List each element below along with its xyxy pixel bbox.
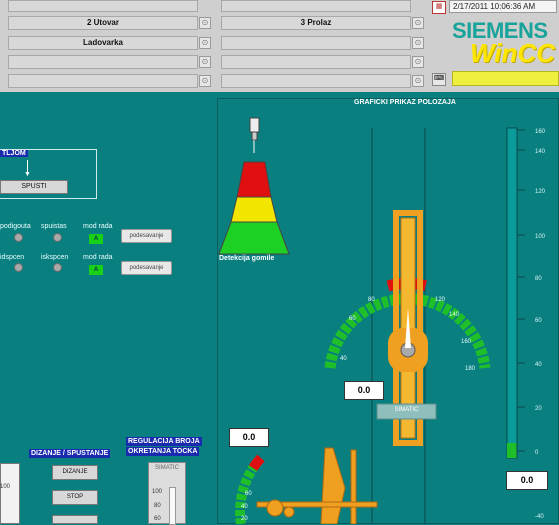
acknowledge-icon[interactable]: ⊙ [412,56,424,68]
alarm-row-left-2[interactable]: Ladovarka [8,36,198,50]
settings-button[interactable]: podesavanje [121,261,172,275]
alarm-row-left-1[interactable]: 2 Utovar [8,16,198,30]
regulacija-header-2: OKRETANJA TOCKA [126,447,200,456]
svg-text:120: 120 [435,297,446,303]
alarm-bar: 2 Utovar Ladovarka ⊙ ⊙ ⊙ ⊙ 3 Prolaz ⊙ ⊙ … [0,0,559,92]
svg-text:0: 0 [535,450,539,456]
alarm-row-right-1[interactable]: 3 Prolaz [221,16,411,30]
slider-tick: 80 [154,503,161,509]
svg-text:180: 180 [465,366,476,372]
wincc-logo: WinCC [470,38,555,68]
mode-label: mod rada [83,254,113,261]
alarm-row-top-left[interactable] [8,0,198,12]
slider-tick: 60 [154,516,161,522]
svg-text:40: 40 [340,356,347,362]
speed-value-field: 0.0 [229,428,269,447]
position-graphic: 160 140 120 100 80 60 40 20 0 -20 -40 40… [218,117,546,524]
slider-tick: 100 [152,489,163,495]
svg-text:120: 120 [535,189,546,195]
detector-icon [249,117,260,153]
alarm-row-right-4[interactable] [221,74,411,88]
status-lamp [14,233,23,242]
svg-text:20: 20 [535,406,542,412]
simatic-label: SIMATIC [155,465,179,471]
alarm-row-left-4[interactable] [8,74,198,88]
svg-text:60: 60 [535,318,542,324]
acknowledge-icon[interactable]: ⊙ [412,17,424,29]
angle-value-field: 0.0 [344,381,384,400]
svg-text:140: 140 [449,312,460,318]
svg-text:160: 160 [535,129,546,135]
spusti-button[interactable]: SPUSTI [0,180,68,194]
mode-indicator: A [89,234,103,244]
acknowledge-icon[interactable]: ⊙ [412,37,424,49]
acknowledge-icon[interactable]: ⊙ [199,17,211,29]
alarm-row-right-3[interactable] [221,55,411,69]
mode-label: mod rada [83,223,113,230]
simatic-label: SIMATIC [394,407,419,413]
group-label: TLJOM [0,150,28,157]
svg-text:40: 40 [241,504,248,510]
status-lamp [53,263,62,272]
svg-text:60: 60 [349,316,356,322]
dizanje-header: DIZANJE / SPUSTANJE [29,449,111,458]
settings-button[interactable]: podesavanje [121,229,172,243]
svg-text:20: 20 [241,516,248,522]
height-value-field: 0.0 [506,471,548,490]
stop-button[interactable]: STOP [52,490,98,505]
calendar-icon[interactable]: ▦ [432,1,446,14]
status-label: idspcen [0,254,25,261]
status-lamp [53,233,62,242]
acknowledge-icon[interactable]: ⊙ [199,56,211,68]
svg-text:80: 80 [368,297,375,303]
detection-label: Detekcija gomile [219,255,275,262]
svg-text:60: 60 [245,491,252,497]
status-lamp [14,263,23,272]
date-time-display: 2/17/2011 10:06:36 AM [449,0,557,13]
alarm-row-right-2[interactable] [221,36,411,50]
acknowledge-icon[interactable]: ⊙ [199,75,211,87]
reclaimer-arm [256,447,378,524]
spustanje-button[interactable] [52,515,98,524]
alarm-row-left-3[interactable] [8,55,198,69]
slider-track[interactable] [169,487,176,525]
svg-text:140: 140 [535,149,546,155]
svg-text:-40: -40 [535,514,544,520]
alarm-row-top-right[interactable] [221,0,411,12]
svg-text:80: 80 [535,276,542,282]
regulacija-header-1: REGULACIJA BROJA [126,437,202,446]
status-label: spuistas [41,223,67,230]
dizanje-button[interactable]: DIZANJE [52,465,98,480]
vertical-scale: 160 140 120 100 80 60 40 20 0 -20 -40 [535,129,546,520]
status-label: podigouta [0,223,31,230]
acknowledge-icon[interactable]: ⊙ [412,75,424,87]
acknowledge-icon[interactable]: ⊙ [199,37,211,49]
simatic-slider[interactable]: SIMATIC 100 80 60 [148,462,186,525]
detection-indicator [218,161,290,255]
keyboard-icon[interactable]: ⌨ [432,73,446,86]
status-label: iskspcen [41,254,69,261]
svg-text:100: 100 [535,234,546,240]
status-line [452,71,559,86]
left-scale-label: 100 [0,484,11,490]
left-slider-panel[interactable] [0,463,20,524]
arrow-down-icon: ▼ [24,171,31,178]
svg-text:40: 40 [535,362,542,368]
mode-indicator: A [89,265,103,275]
svg-text:160: 160 [461,339,472,345]
